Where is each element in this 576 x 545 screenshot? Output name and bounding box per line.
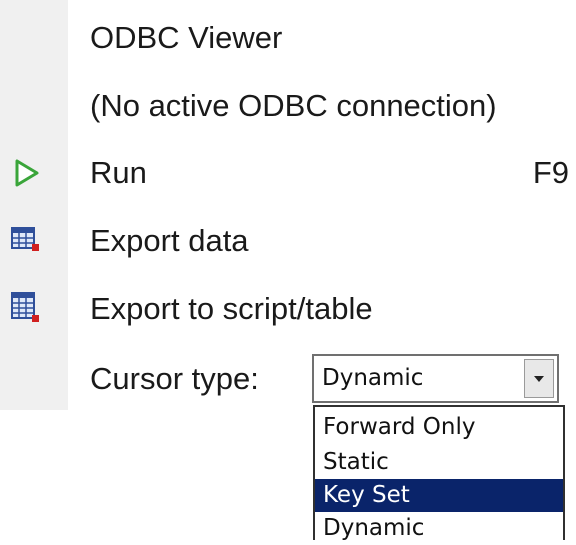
- option-static[interactable]: Static: [315, 446, 563, 479]
- connection-status-text: (No active ODBC connection): [90, 88, 497, 123]
- menu-item-export-data[interactable]: Export data: [0, 210, 576, 272]
- option-forward-only[interactable]: Forward Only: [315, 411, 563, 444]
- export-script-label: Export to script/table: [90, 291, 373, 326]
- odbc-viewer-menu: ODBC Viewer (No active ODBC connection) …: [0, 0, 576, 410]
- menu-title: ODBC Viewer: [90, 20, 283, 55]
- run-shortcut: F9: [532, 155, 569, 190]
- option-dynamic[interactable]: Dynamic: [315, 512, 563, 545]
- cursor-type-select[interactable]: Dynamic: [312, 354, 559, 403]
- script-export-icon: [10, 278, 44, 340]
- cursor-type-value: Dynamic: [322, 365, 424, 391]
- run-label: Run: [90, 155, 147, 190]
- menu-header-title: ODBC Viewer: [0, 7, 576, 69]
- dropdown-button[interactable]: [524, 359, 554, 398]
- option-key-set[interactable]: Key Set: [315, 479, 563, 512]
- export-data-label: Export data: [90, 223, 249, 258]
- menu-item-run[interactable]: Run F9: [0, 142, 576, 204]
- chevron-down-icon: [534, 376, 544, 382]
- cursor-type-options-list: Forward Only Static Key Set Dynamic: [313, 405, 565, 541]
- menu-connection-status: (No active ODBC connection): [0, 75, 576, 137]
- table-export-icon: [10, 210, 44, 272]
- cursor-type-label: Cursor type:: [90, 361, 259, 396]
- play-icon: [10, 142, 44, 204]
- menu-item-export-script[interactable]: Export to script/table: [0, 278, 576, 340]
